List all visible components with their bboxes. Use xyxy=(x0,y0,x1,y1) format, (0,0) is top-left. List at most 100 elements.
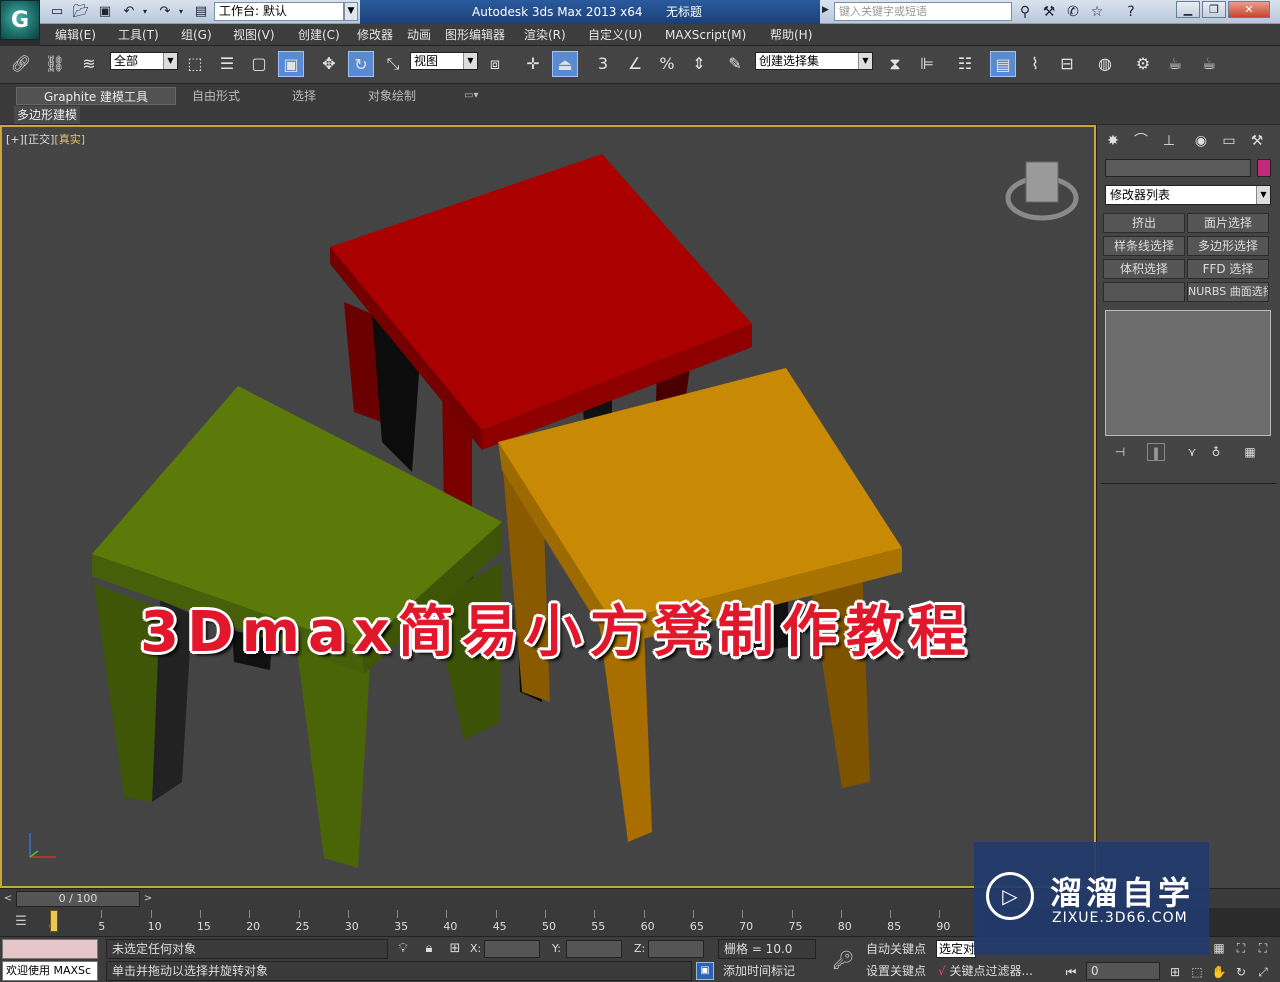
poly-select-button[interactable]: 多边形选择 xyxy=(1187,236,1269,256)
add-time-tag-button[interactable]: 添加时间标记 xyxy=(718,961,816,981)
mini-curve-editor-icon[interactable]: ☰ xyxy=(4,912,38,932)
selection-filter-select[interactable]: 全部 ▼ xyxy=(110,52,178,70)
current-frame-marker[interactable] xyxy=(50,910,58,932)
select-move-icon[interactable]: ✥ xyxy=(316,51,342,77)
restore-button[interactable]: ❐ xyxy=(1202,1,1226,18)
utilities-tab-icon[interactable]: ⚒ xyxy=(1245,129,1269,153)
zoom-all-icon[interactable]: ▦ xyxy=(1210,939,1228,957)
next-frame-icon[interactable]: > xyxy=(142,891,154,907)
menu-animation[interactable]: 动画 xyxy=(407,24,431,46)
snaps-toggle-icon[interactable]: 3 xyxy=(590,51,616,77)
previous-frame-icon[interactable]: < xyxy=(2,891,14,907)
open-file-icon[interactable]: 📂︎ xyxy=(72,3,90,21)
select-rotate-icon[interactable]: ↻ xyxy=(348,51,374,77)
menu-group[interactable]: 组(G) xyxy=(181,24,212,46)
pin-stack-icon[interactable]: ⊣ xyxy=(1111,443,1129,461)
pivot-center-icon[interactable]: ⧈ xyxy=(482,51,508,77)
pan-view-icon[interactable]: ✋ xyxy=(1210,963,1228,981)
menu-rendering[interactable]: 渲染(R) xyxy=(524,24,566,46)
search-input[interactable]: 键入关键字或短语 xyxy=(834,2,1012,21)
new-file-icon[interactable]: ▭ xyxy=(48,3,66,21)
align-icon[interactable]: ⊫ xyxy=(914,51,940,77)
rectangular-selection-icon[interactable]: ▢ xyxy=(246,51,272,77)
time-slider-thumb[interactable]: 0 / 100 xyxy=(16,891,140,907)
viewport-shading-label[interactable]: [真实] xyxy=(54,133,85,146)
frame-ruler[interactable]: 051015202530354045505560657075808590 xyxy=(44,908,980,936)
named-selection-select[interactable]: 创建选择集 ▼ xyxy=(755,52,873,70)
redo-dropdown-icon[interactable]: ▾ xyxy=(176,3,186,21)
minimize-button[interactable]: ▁ xyxy=(1176,1,1200,18)
mirror-icon[interactable]: ⧗ xyxy=(882,51,908,77)
undo-dropdown-icon[interactable]: ▾ xyxy=(140,3,150,21)
viewport-label[interactable]: [+][正交][真实] xyxy=(6,131,85,147)
unlink-icon[interactable]: ⛓ xyxy=(42,51,68,77)
curve-editor-icon[interactable]: ⌇ xyxy=(1022,51,1048,77)
tab-selection[interactable]: 选择 xyxy=(284,87,324,105)
percent-snap-icon[interactable]: % xyxy=(654,51,680,77)
tab-graphite-modeling[interactable]: Graphite 建模工具 xyxy=(16,87,176,105)
menu-graph-editors[interactable]: 图形编辑器 xyxy=(445,24,505,46)
close-button[interactable]: ✕ xyxy=(1228,1,1270,18)
extrude-button[interactable]: 挤出 xyxy=(1103,213,1185,233)
selection-lock-icon[interactable]: 🔒︎ xyxy=(420,939,438,959)
modifier-stack[interactable] xyxy=(1105,310,1271,436)
display-tab-icon[interactable]: ▭ xyxy=(1217,129,1241,153)
window-crossing-icon[interactable]: ▣ xyxy=(278,51,304,77)
undo-icon[interactable]: ↶ xyxy=(120,3,138,21)
set-key-button[interactable]: 设置关键点 xyxy=(866,961,932,981)
x-coordinate-field[interactable] xyxy=(484,940,540,958)
communication-icon[interactable]: ✆ xyxy=(1064,3,1082,21)
orbit-icon[interactable]: ↻ xyxy=(1232,963,1250,981)
polygon-modeling-panel[interactable]: 多边形建模 xyxy=(14,106,81,124)
modify-tab-icon[interactable]: ⌒ xyxy=(1129,129,1153,153)
motion-tab-icon[interactable]: ◉ xyxy=(1189,129,1213,153)
object-color-swatch[interactable] xyxy=(1257,159,1271,177)
graphite-toggle-icon[interactable]: ▤ xyxy=(990,51,1016,77)
perspective-viewport[interactable]: [+][正交][真实] 3Dmax简易小方凳制作教程 xyxy=(0,125,1096,888)
spline-select-button[interactable]: 样条线选择 xyxy=(1103,236,1185,256)
select-manipulate-icon[interactable]: ✛ xyxy=(520,51,546,77)
menu-create[interactable]: 创建(C) xyxy=(298,24,340,46)
spinner-snap-icon[interactable]: ⇕ xyxy=(686,51,712,77)
app-logo-icon[interactable]: G xyxy=(0,0,40,40)
create-tab-icon[interactable]: ✸ xyxy=(1101,129,1125,153)
remove-modifier-icon[interactable]: ♁ xyxy=(1207,443,1225,461)
material-editor-icon[interactable]: ◍ xyxy=(1092,51,1118,77)
select-scale-icon[interactable]: ⤡ xyxy=(380,51,406,77)
key-filter-selection-select[interactable]: 选定对 xyxy=(936,940,976,958)
subscription-icon[interactable]: ⚒ xyxy=(1040,3,1058,21)
ribbon-options-icon[interactable]: ▭▾ xyxy=(456,87,486,105)
zoom-extents-all-icon[interactable]: ⛶ xyxy=(1254,939,1272,957)
hierarchy-tab-icon[interactable]: ⊥ xyxy=(1157,129,1181,153)
patch-select-button[interactable]: 面片选择 xyxy=(1187,213,1269,233)
configure-modifier-sets-icon[interactable]: ▦ xyxy=(1241,443,1259,461)
help-icon[interactable]: ? xyxy=(1122,3,1140,21)
maxscript-output[interactable]: 欢迎使用 MAXSc xyxy=(2,961,98,981)
show-end-result-icon[interactable]: ‖ xyxy=(1147,443,1165,461)
viewport-view-label[interactable]: [正交] xyxy=(24,133,55,146)
absolute-mode-icon[interactable]: ⊞ xyxy=(446,939,464,959)
make-unique-icon[interactable]: ⋎ xyxy=(1183,443,1201,461)
search-expand-icon[interactable]: ▶ xyxy=(822,5,829,15)
menu-modifiers[interactable]: 修改器 xyxy=(357,24,393,46)
time-tag-icon[interactable]: ▣ xyxy=(696,962,714,980)
schematic-view-icon[interactable]: ⊟ xyxy=(1054,51,1080,77)
chevron-down-icon[interactable]: ▼ xyxy=(344,2,358,21)
menu-customize[interactable]: 自定义(U) xyxy=(588,24,642,46)
viewport-menu-label[interactable]: [+] xyxy=(6,133,24,146)
render-production-icon[interactable]: ☕ xyxy=(1196,51,1222,77)
angle-snap-icon[interactable]: ∠ xyxy=(622,51,648,77)
empty-modifier-button[interactable] xyxy=(1103,282,1185,302)
select-object-icon[interactable]: ⬚ xyxy=(182,51,208,77)
redo-icon[interactable]: ↷ xyxy=(156,3,174,21)
favorites-icon[interactable]: ☆ xyxy=(1088,3,1106,21)
menu-edit[interactable]: 编辑(E) xyxy=(55,24,96,46)
project-folder-icon[interactable]: ▤ xyxy=(192,3,210,21)
save-icon[interactable]: ▣ xyxy=(96,3,114,21)
tab-freeform[interactable]: 自由形式 xyxy=(184,87,248,105)
workspace-select[interactable]: 工作台: 默认 xyxy=(214,2,344,21)
ffd-select-button[interactable]: FFD 选择 xyxy=(1187,259,1269,279)
menu-tools[interactable]: 工具(T) xyxy=(118,24,159,46)
zoom-extents-icon[interactable]: ⛶ xyxy=(1232,939,1250,957)
menu-maxscript[interactable]: MAXScript(M) xyxy=(665,24,746,46)
